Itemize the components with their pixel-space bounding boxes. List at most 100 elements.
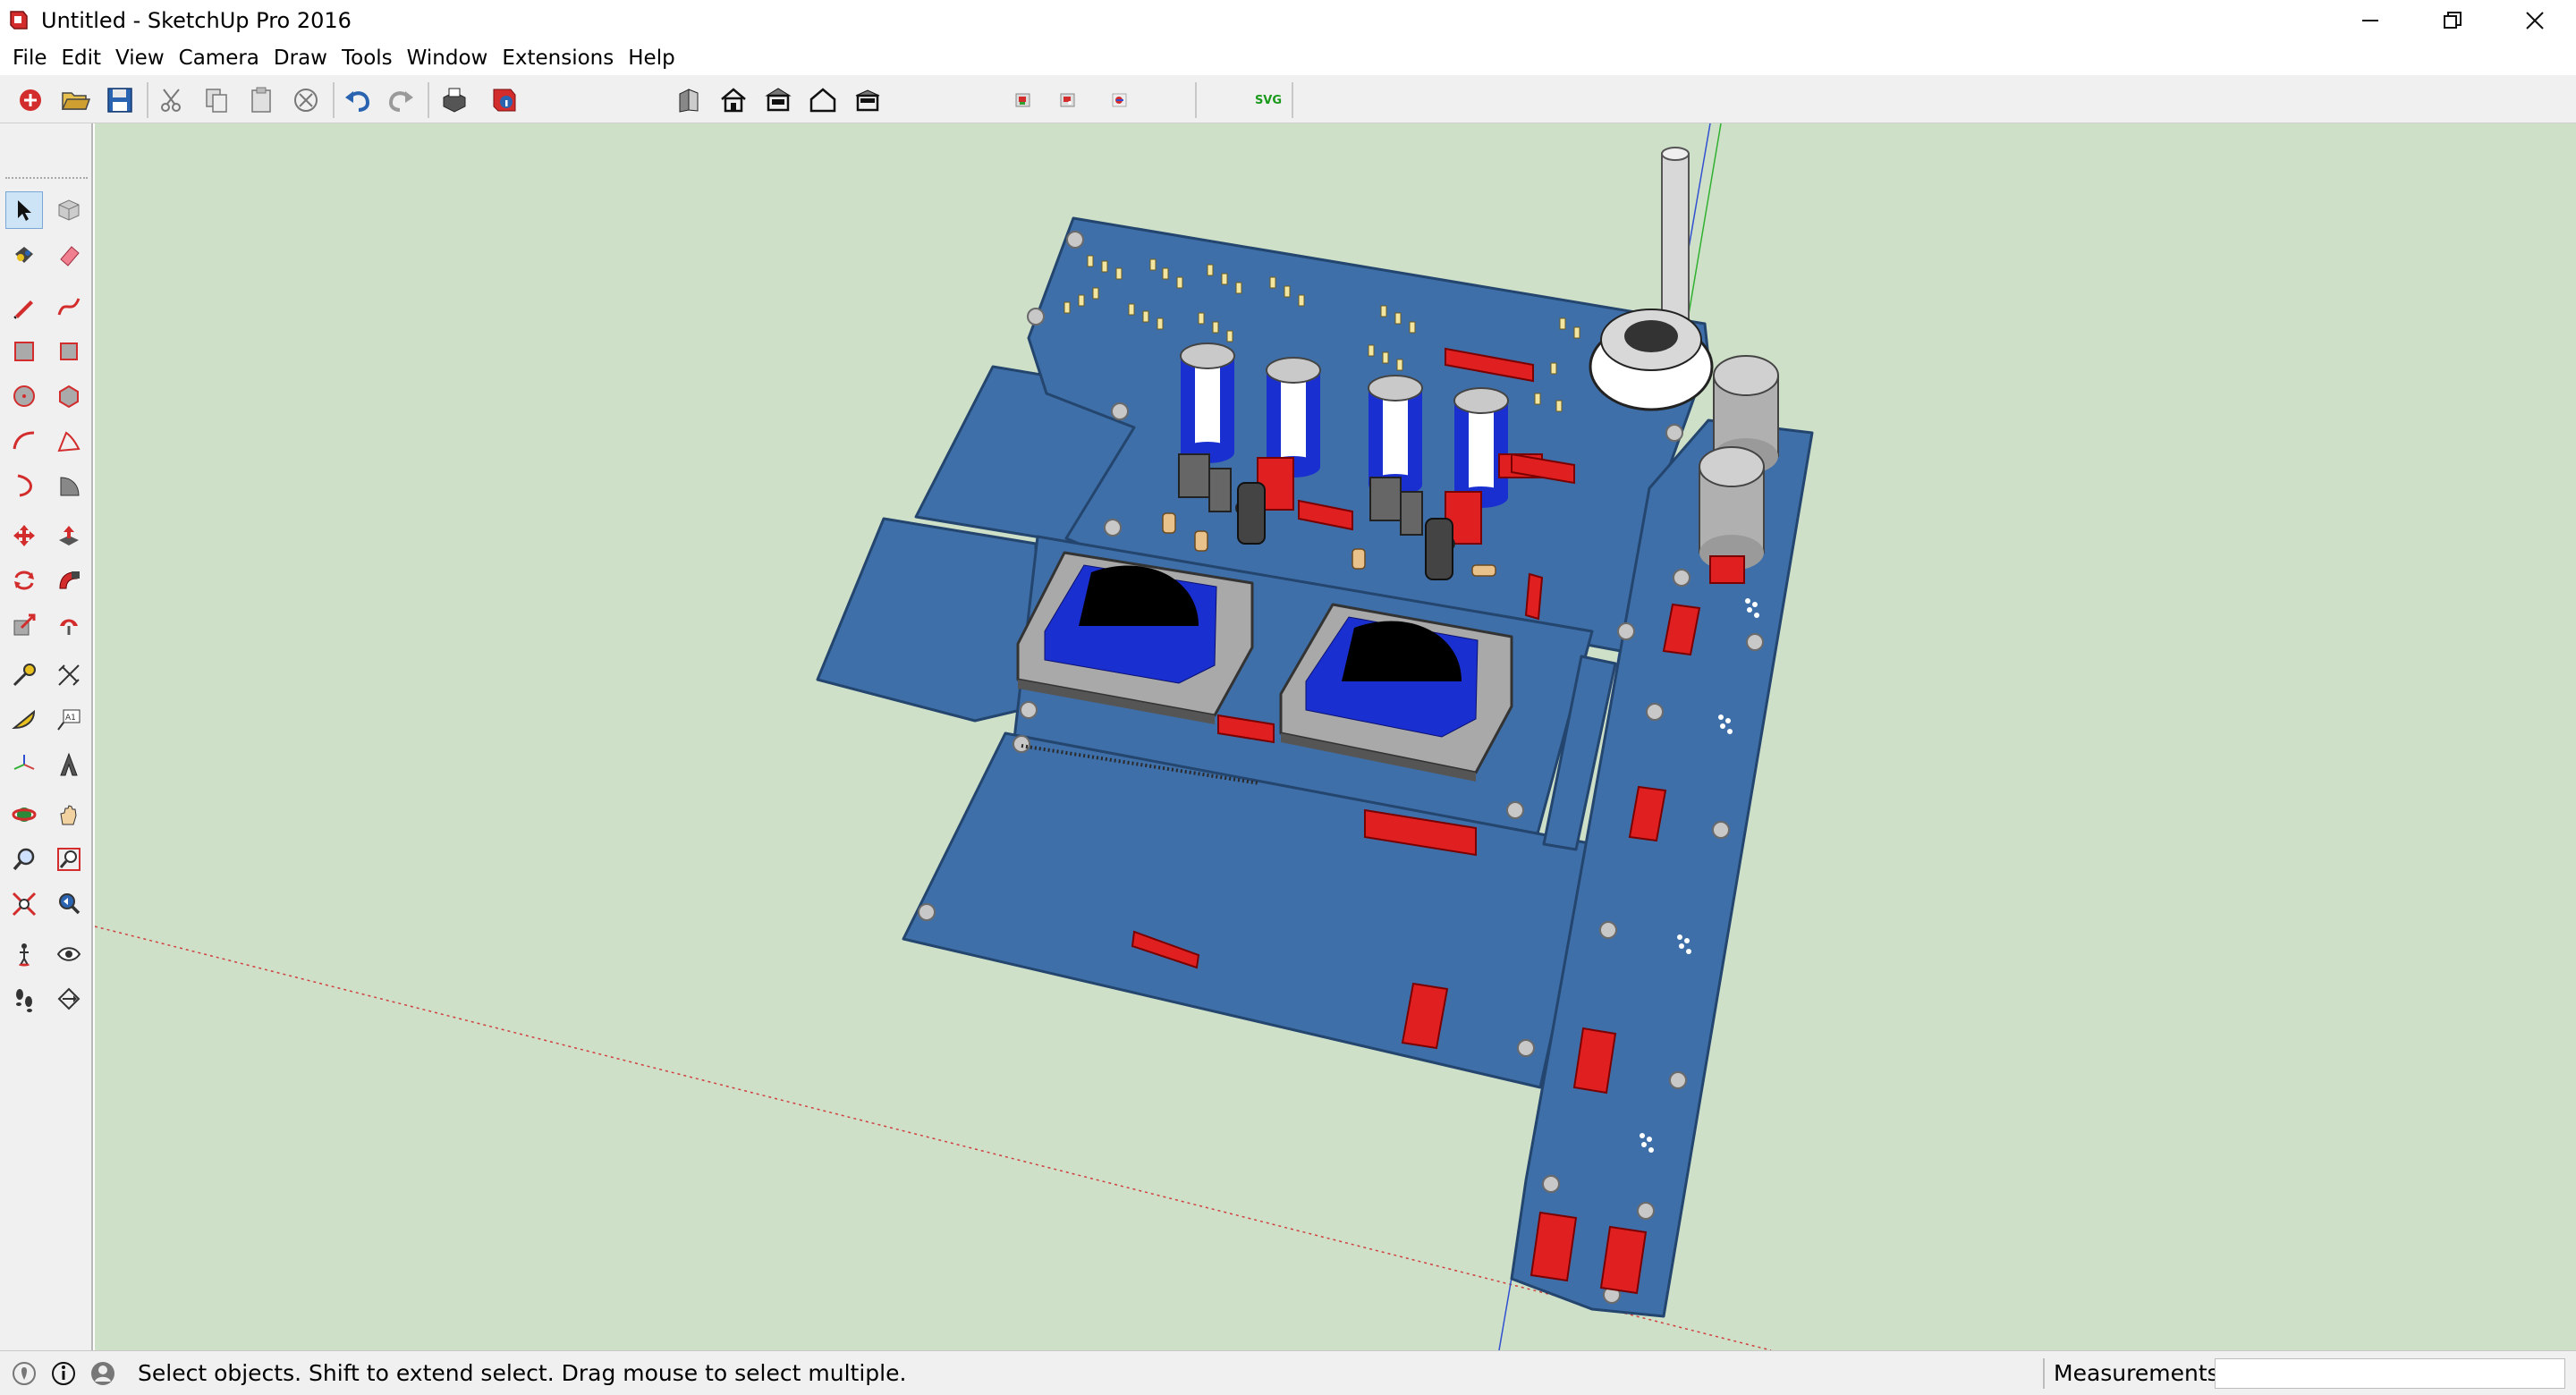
view-iso-button[interactable] bbox=[671, 82, 707, 118]
print-button[interactable] bbox=[436, 82, 472, 118]
restore-button[interactable] bbox=[2411, 0, 2494, 41]
look-around-button[interactable] bbox=[50, 935, 88, 973]
copy-button[interactable] bbox=[199, 82, 234, 118]
walk-tool-button[interactable] bbox=[5, 980, 43, 1018]
menu-extensions[interactable]: Extensions bbox=[495, 43, 621, 73]
redo-icon bbox=[388, 91, 413, 112]
model-viewport[interactable] bbox=[95, 123, 2576, 1350]
pie-tool-button[interactable] bbox=[50, 467, 88, 504]
menu-file[interactable]: File bbox=[5, 43, 55, 73]
zoom-extents-icon bbox=[12, 892, 37, 917]
axes-icon bbox=[13, 755, 35, 770]
erase-button[interactable] bbox=[288, 82, 324, 118]
toolbar-separator bbox=[1195, 82, 1197, 118]
save-button[interactable] bbox=[102, 82, 138, 118]
move-tool-button[interactable] bbox=[5, 517, 43, 554]
save-icon bbox=[107, 88, 132, 113]
tool-palette: A1 bbox=[0, 123, 93, 1350]
window-title: Untitled - SketchUp Pro 2016 bbox=[41, 8, 352, 33]
view-right-button[interactable] bbox=[805, 82, 841, 118]
redo-button[interactable] bbox=[383, 82, 419, 118]
3d-text-button[interactable] bbox=[50, 746, 88, 783]
model-info-button[interactable] bbox=[487, 82, 522, 118]
orbit-tool-button[interactable] bbox=[5, 796, 43, 833]
polygon-tool-button[interactable] bbox=[50, 377, 88, 415]
view-back-button[interactable] bbox=[850, 82, 886, 118]
menu-camera[interactable]: Camera bbox=[172, 43, 267, 73]
view-front-button[interactable] bbox=[760, 82, 796, 118]
footprints-icon bbox=[16, 989, 32, 1012]
two-point-arc-icon bbox=[57, 431, 80, 452]
pencil-icon bbox=[13, 300, 33, 319]
two-point-arc-button[interactable] bbox=[50, 422, 88, 460]
previous-view-button[interactable] bbox=[50, 885, 88, 923]
new-model-button[interactable] bbox=[13, 82, 48, 118]
push-pull-button[interactable] bbox=[50, 517, 88, 554]
menu-window[interactable]: Window bbox=[400, 43, 496, 73]
cancel-circle-icon bbox=[294, 89, 318, 112]
menu-tools[interactable]: Tools bbox=[335, 43, 400, 73]
minimize-button[interactable] bbox=[2329, 0, 2411, 41]
axes-tool-button[interactable] bbox=[5, 746, 43, 783]
dimension-icon bbox=[58, 664, 80, 686]
make-component-button[interactable] bbox=[50, 191, 88, 229]
protractor-button[interactable] bbox=[5, 701, 43, 739]
rotated-rectangle-button[interactable] bbox=[50, 333, 88, 370]
geo-location-button[interactable] bbox=[9, 1358, 39, 1389]
view-top-button[interactable] bbox=[716, 82, 751, 118]
rectangle-tool-button[interactable] bbox=[5, 333, 43, 370]
zoom-window-icon bbox=[57, 848, 80, 871]
line-tool-button[interactable] bbox=[5, 288, 43, 326]
offset-icon bbox=[60, 619, 78, 635]
scale-tool-button[interactable] bbox=[5, 606, 43, 644]
extension-export-icon bbox=[1060, 93, 1075, 107]
menu-draw[interactable]: Draw bbox=[267, 43, 335, 73]
menu-help[interactable]: Help bbox=[621, 43, 682, 73]
follow-me-button[interactable] bbox=[50, 562, 88, 599]
svg-text:A1: A1 bbox=[65, 714, 76, 723]
extension-3d-icon bbox=[1112, 93, 1127, 107]
eraser-button[interactable] bbox=[50, 236, 88, 274]
toolbar-separator bbox=[1292, 82, 1293, 118]
close-button[interactable] bbox=[2494, 0, 2576, 41]
menu-edit[interactable]: Edit bbox=[55, 43, 109, 73]
copy-icon bbox=[206, 89, 227, 113]
measurements-field[interactable] bbox=[2215, 1358, 2565, 1389]
zoom-tool-button[interactable] bbox=[5, 841, 43, 878]
pie-icon bbox=[60, 477, 80, 496]
section-plane-button[interactable] bbox=[50, 980, 88, 1018]
sketchup-logo-icon bbox=[10, 11, 28, 30]
zoom-extents-button[interactable] bbox=[5, 885, 43, 923]
svg-export-button[interactable]: SVG bbox=[1250, 82, 1286, 118]
menu-view[interactable]: View bbox=[108, 43, 172, 73]
open-folder-icon bbox=[61, 92, 90, 110]
rotate-tool-button[interactable] bbox=[5, 562, 43, 599]
pan-tool-button[interactable] bbox=[50, 796, 88, 833]
extension-button-3[interactable] bbox=[1102, 82, 1138, 118]
component-icon bbox=[58, 199, 80, 221]
arc-tool-button[interactable] bbox=[5, 422, 43, 460]
status-message: Select objects. Shift to extend select. … bbox=[138, 1360, 907, 1386]
select-tool-button[interactable] bbox=[5, 191, 43, 229]
offset-tool-button[interactable] bbox=[50, 606, 88, 644]
extension-button-1[interactable] bbox=[1005, 82, 1041, 118]
undo-button[interactable] bbox=[340, 82, 376, 118]
paint-bucket-button[interactable] bbox=[5, 236, 43, 274]
position-camera-button[interactable] bbox=[5, 935, 43, 973]
circle-tool-button[interactable] bbox=[5, 377, 43, 415]
tape-measure-button[interactable] bbox=[5, 656, 43, 694]
three-point-arc-button[interactable] bbox=[5, 467, 43, 504]
cut-button[interactable] bbox=[154, 82, 190, 118]
zoom-window-button[interactable] bbox=[50, 841, 88, 878]
section-plane-icon bbox=[57, 987, 80, 1010]
freehand-tool-button[interactable] bbox=[50, 288, 88, 326]
capacitor-4 bbox=[1453, 387, 1509, 508]
account-button[interactable] bbox=[88, 1358, 118, 1389]
paste-button[interactable] bbox=[243, 82, 279, 118]
extension-button-2[interactable] bbox=[1050, 82, 1086, 118]
dimension-tool-button[interactable] bbox=[50, 656, 88, 694]
follow-me-icon bbox=[59, 571, 80, 589]
credits-button[interactable] bbox=[48, 1358, 79, 1389]
text-tool-button[interactable]: A1 bbox=[50, 701, 88, 739]
open-button[interactable] bbox=[57, 82, 93, 118]
